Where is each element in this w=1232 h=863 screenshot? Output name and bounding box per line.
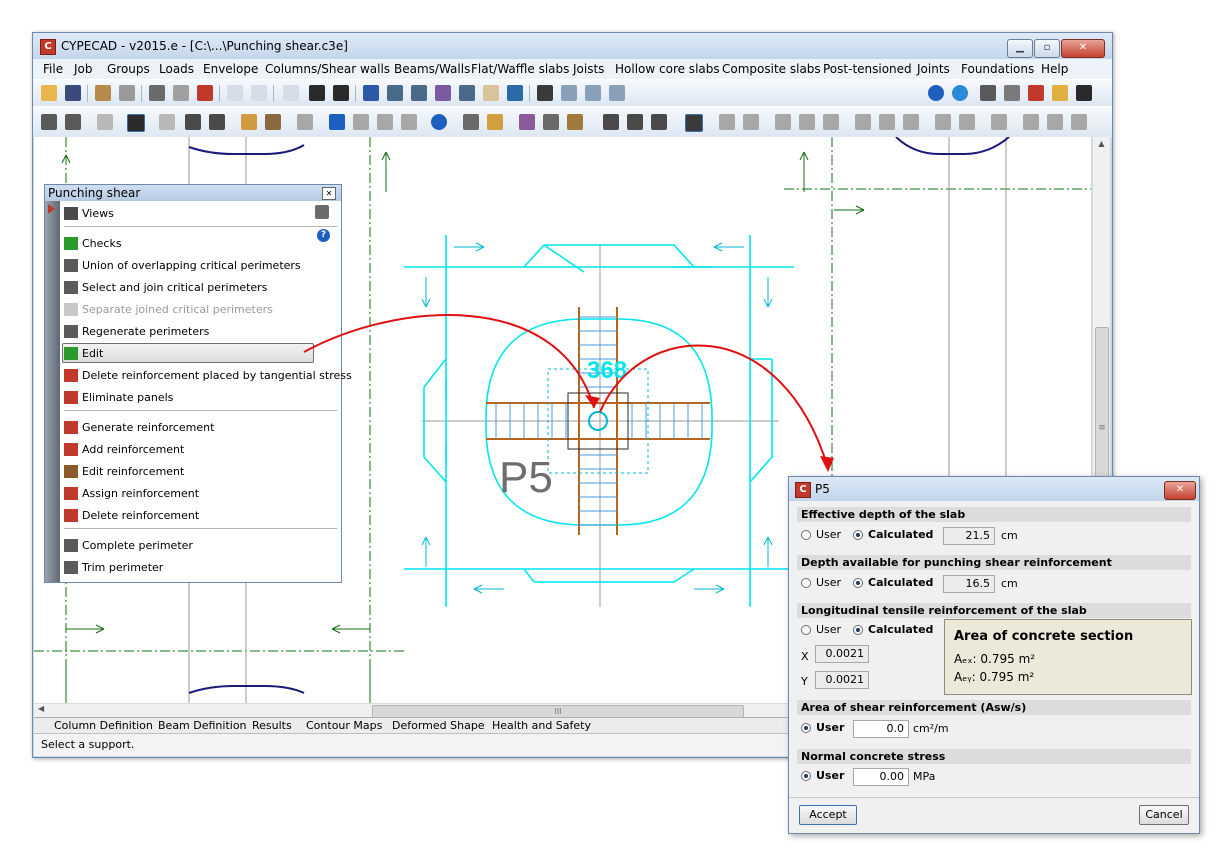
shear-area-user-label[interactable]: User xyxy=(816,721,844,734)
shear-area-unit: cm²/m xyxy=(913,722,949,735)
dialog-close-button[interactable]: ✕ xyxy=(1164,481,1196,500)
p5-dialog: C P5 ✕ Effective depth of the slab User … xyxy=(788,476,1200,834)
dialog-title-bar: C P5 ✕ xyxy=(789,477,1199,501)
depth-available-calculated-label[interactable]: Calculated xyxy=(868,576,933,589)
normal-stress-user-radio[interactable] xyxy=(801,771,811,781)
depth-available-value: 16.5 xyxy=(943,575,995,593)
annotation-arrow-edit xyxy=(303,314,595,409)
longitudinal-calculated-radio[interactable] xyxy=(853,625,863,635)
concrete-section-ay: Aₑᵧ: 0.795 m² xyxy=(954,670,1035,684)
normal-stress-input[interactable]: 0.00 xyxy=(853,768,909,786)
depth-available-user-label[interactable]: User xyxy=(816,576,841,589)
shear-area-input[interactable]: 0.0 xyxy=(853,720,909,738)
depth-available-user-radio[interactable] xyxy=(801,578,811,588)
depth-available-unit: cm xyxy=(1001,577,1018,590)
longitudinal-user-label[interactable]: User xyxy=(816,623,841,636)
depth-available-calculated-radio[interactable] xyxy=(853,578,863,588)
longitudinal-x-label: X xyxy=(801,650,809,663)
normal-stress-unit: MPa xyxy=(913,770,936,783)
accept-button[interactable]: Accept xyxy=(799,805,857,825)
dialog-title: P5 xyxy=(815,482,830,496)
annotation-arrowhead-dialog xyxy=(820,456,834,472)
effective-depth-value: 21.5 xyxy=(943,527,995,545)
effective-depth-calculated-label[interactable]: Calculated xyxy=(868,528,933,541)
cancel-button[interactable]: Cancel xyxy=(1139,805,1189,825)
longitudinal-y-label: Y xyxy=(801,675,808,688)
longitudinal-y-value: 0.0021 xyxy=(815,671,869,689)
longitudinal-user-radio[interactable] xyxy=(801,625,811,635)
concrete-section-tooltip: Area of concrete section Aₑₓ: 0.795 m² A… xyxy=(944,619,1192,695)
concrete-section-title: Area of concrete section xyxy=(954,629,1134,644)
section-longitudinal: Longitudinal tensile reinforcement of th… xyxy=(797,603,1191,618)
section-depth-available: Depth available for punching shear reinf… xyxy=(797,555,1191,570)
section-effective-depth: Effective depth of the slab xyxy=(797,507,1191,522)
section-shear-area: Area of shear reinforcement (Asw/s) xyxy=(797,700,1191,715)
effective-depth-calculated-radio[interactable] xyxy=(853,530,863,540)
normal-stress-user-label[interactable]: User xyxy=(816,769,844,782)
effective-depth-user-radio[interactable] xyxy=(801,530,811,540)
longitudinal-x-value: 0.0021 xyxy=(815,645,869,663)
shear-area-user-radio[interactable] xyxy=(801,723,811,733)
concrete-section-ax: Aₑₓ: 0.795 m² xyxy=(954,652,1036,666)
section-normal-stress: Normal concrete stress xyxy=(797,749,1191,764)
dialog-app-icon: C xyxy=(795,482,811,498)
annotation-arrow-dialog xyxy=(599,344,829,469)
longitudinal-calculated-label[interactable]: Calculated xyxy=(868,623,933,636)
effective-depth-unit: cm xyxy=(1001,529,1018,542)
effective-depth-user-label[interactable]: User xyxy=(816,528,841,541)
